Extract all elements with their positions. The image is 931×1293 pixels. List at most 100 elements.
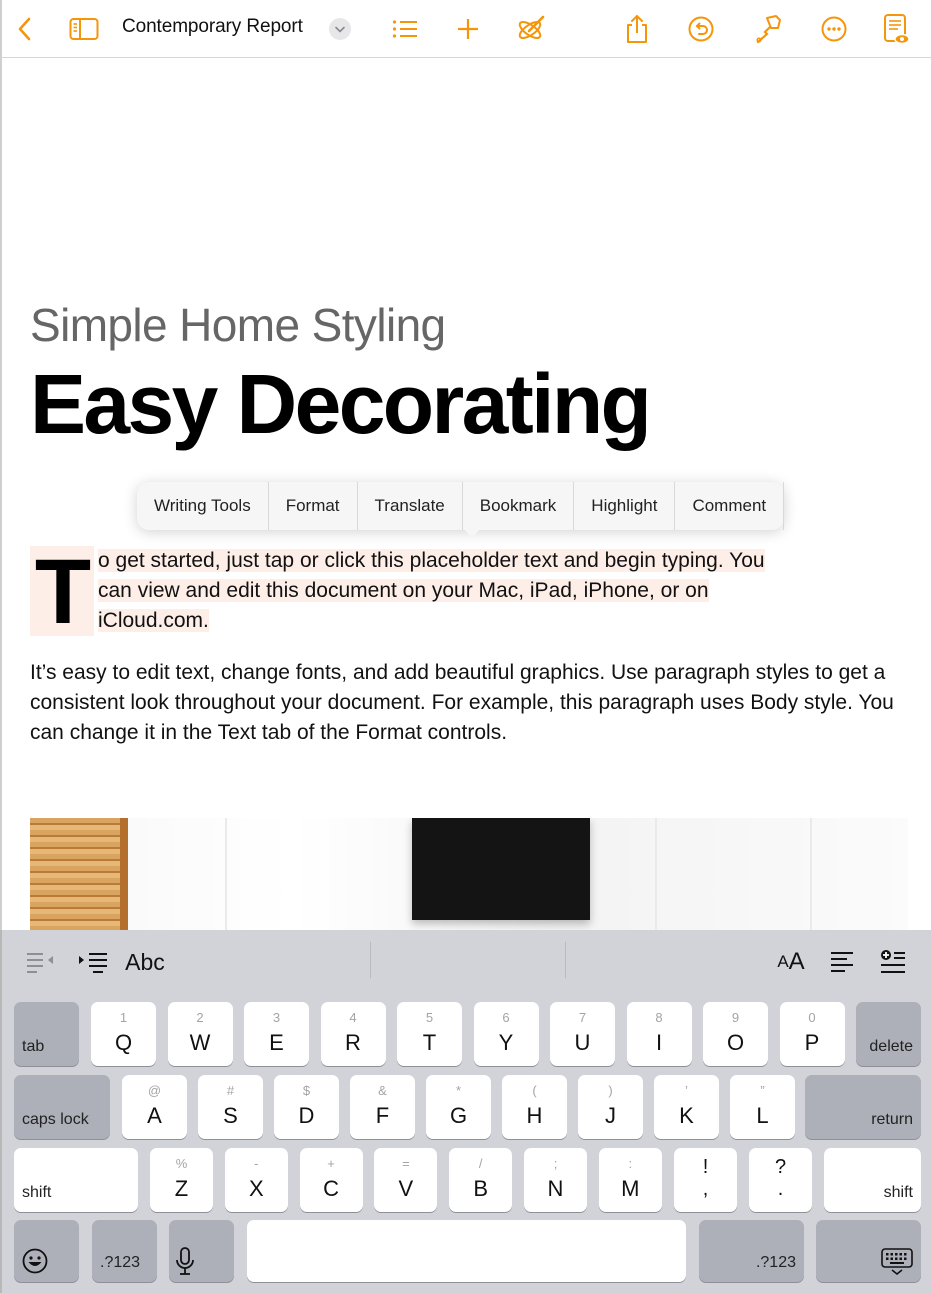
key-main-char: G (449, 1103, 468, 1128)
key-w[interactable]: 2W (167, 1002, 233, 1066)
numbers-key-left[interactable]: .?123 (92, 1220, 157, 1282)
menu-item-writing-tools[interactable]: Writing Tools (137, 482, 269, 530)
key-k[interactable]: ’ K (654, 1075, 719, 1139)
document-title[interactable]: Contemporary Report (122, 16, 303, 38)
key-a[interactable]: @ A (122, 1075, 187, 1139)
key-u[interactable]: 7U (550, 1002, 615, 1066)
key-l[interactable]: ” L (730, 1075, 795, 1139)
key-g[interactable]: * G (426, 1075, 491, 1139)
key-q[interactable]: 1Q (91, 1002, 156, 1066)
list-view-button[interactable] (391, 12, 419, 46)
numbers-key-right[interactable]: .?123 (699, 1220, 804, 1282)
exclamation-comma-key[interactable]: ! , (674, 1148, 737, 1212)
share-icon (627, 14, 647, 43)
key-r[interactable]: 4R (320, 1002, 386, 1066)
key-alt-char: 4 (349, 1010, 357, 1025)
dismiss-keyboard-key[interactable] (816, 1220, 921, 1282)
key-y[interactable]: 6Y (473, 1002, 539, 1066)
shift-key-label: shift (22, 1184, 52, 1201)
drop-cap: T (30, 546, 94, 638)
right-shift-key[interactable]: shift (824, 1148, 921, 1212)
tab-key[interactable]: tab (14, 1002, 79, 1066)
key-bottom-char: . (777, 1178, 784, 1200)
key-e[interactable]: 3E (244, 1002, 309, 1066)
document-image[interactable] (30, 818, 908, 930)
key-main-char: S (223, 1103, 238, 1128)
left-shift-key[interactable]: shift (14, 1148, 138, 1212)
sidebar-button[interactable] (68, 12, 100, 46)
emoji-key[interactable] (14, 1220, 79, 1282)
menu-item-comment[interactable]: Comment (675, 482, 785, 530)
title-menu-button[interactable] (329, 18, 351, 40)
reading-view-button[interactable] (881, 12, 911, 46)
indent-button[interactable] (76, 946, 110, 978)
numbers-key-label: .?123 (755, 1254, 796, 1271)
key-main-char: K (679, 1103, 694, 1128)
key-main-char: F (375, 1103, 390, 1128)
align-button[interactable] (828, 946, 856, 978)
insert-button[interactable] (455, 12, 481, 46)
menu-item-bookmark[interactable]: Bookmark (463, 482, 575, 530)
key-p[interactable]: 0P (779, 1002, 845, 1066)
divider (565, 942, 566, 978)
menu-item-translate[interactable]: Translate (358, 482, 463, 530)
key-main-char: W (189, 1030, 211, 1055)
document-canvas[interactable]: Simple Home Styling Easy Decorating Writ… (0, 58, 931, 930)
key-main-char: I (655, 1030, 663, 1055)
key-v[interactable]: = V (374, 1148, 438, 1212)
writing-tools-button[interactable] (514, 12, 548, 46)
delete-key[interactable]: delete (856, 1002, 921, 1066)
key-x[interactable]: -X (224, 1148, 288, 1212)
key-n[interactable]: ; N (524, 1148, 587, 1212)
paintbrush-icon (756, 15, 781, 44)
share-button[interactable] (624, 12, 650, 46)
key-alt-char: 9 (731, 1010, 740, 1025)
dictation-key[interactable] (169, 1220, 234, 1282)
menu-pointer (463, 528, 481, 538)
outdent-button[interactable] (24, 946, 58, 978)
key-d[interactable]: $ D (274, 1075, 339, 1139)
key-alt-char: 2 (196, 1010, 204, 1025)
key-alt-char: $ (302, 1083, 311, 1098)
indent-icon (79, 953, 107, 973)
keyboard-shortcut-bar: Abc AA (2, 930, 931, 994)
document-subtitle[interactable]: Simple Home Styling (30, 298, 446, 352)
key-i[interactable]: 8I (626, 1002, 692, 1066)
paragraph-style-button[interactable]: Abc (122, 946, 168, 978)
key-m[interactable]: :M (598, 1148, 662, 1212)
key-alt-char: ” (760, 1083, 765, 1098)
document-title-heading[interactable]: Easy Decorating (30, 356, 652, 453)
caps-lock-key[interactable]: caps lock (14, 1075, 110, 1139)
key-c[interactable]: + C (299, 1148, 363, 1212)
key-h[interactable]: (H (502, 1075, 567, 1139)
paragraph-text[interactable]: o get started, just tap or click this pl… (98, 546, 910, 636)
format-button[interactable] (753, 12, 783, 46)
key-t[interactable]: 5T (397, 1002, 462, 1066)
body-paragraph[interactable]: It’s easy to edit text, change fonts, an… (30, 658, 910, 748)
question-period-key[interactable]: ? . (749, 1148, 812, 1212)
image-black-frame (412, 818, 590, 920)
list-view-icon (392, 20, 417, 38)
key-j[interactable]: ) J (578, 1075, 643, 1139)
undo-button[interactable] (687, 12, 715, 46)
menu-item-highlight[interactable]: Highlight (574, 482, 676, 530)
menu-item-format[interactable]: Format (269, 482, 358, 530)
paragraph-line: iCloud.com. (98, 609, 209, 632)
key-alt-char: 8 (655, 1010, 663, 1025)
key-alt-char: 7 (578, 1010, 587, 1025)
return-key[interactable]: return (805, 1075, 921, 1139)
outdent-icon (27, 953, 53, 973)
back-button[interactable] (12, 12, 36, 46)
key-alt-char: 6 (502, 1010, 510, 1025)
key-b[interactable]: / B (449, 1148, 513, 1212)
key-f[interactable]: & F (350, 1075, 415, 1139)
key-z[interactable]: % Z (150, 1148, 213, 1212)
space-bar[interactable] (247, 1220, 686, 1282)
font-size-button[interactable]: AA (774, 946, 808, 978)
key-main-char: Y (498, 1030, 514, 1055)
key-bottom-char: , (702, 1178, 709, 1200)
key-o[interactable]: 9O (703, 1002, 768, 1066)
key-s[interactable]: # S (198, 1075, 263, 1139)
more-button[interactable] (820, 12, 848, 46)
insert-list-button[interactable] (878, 946, 908, 978)
